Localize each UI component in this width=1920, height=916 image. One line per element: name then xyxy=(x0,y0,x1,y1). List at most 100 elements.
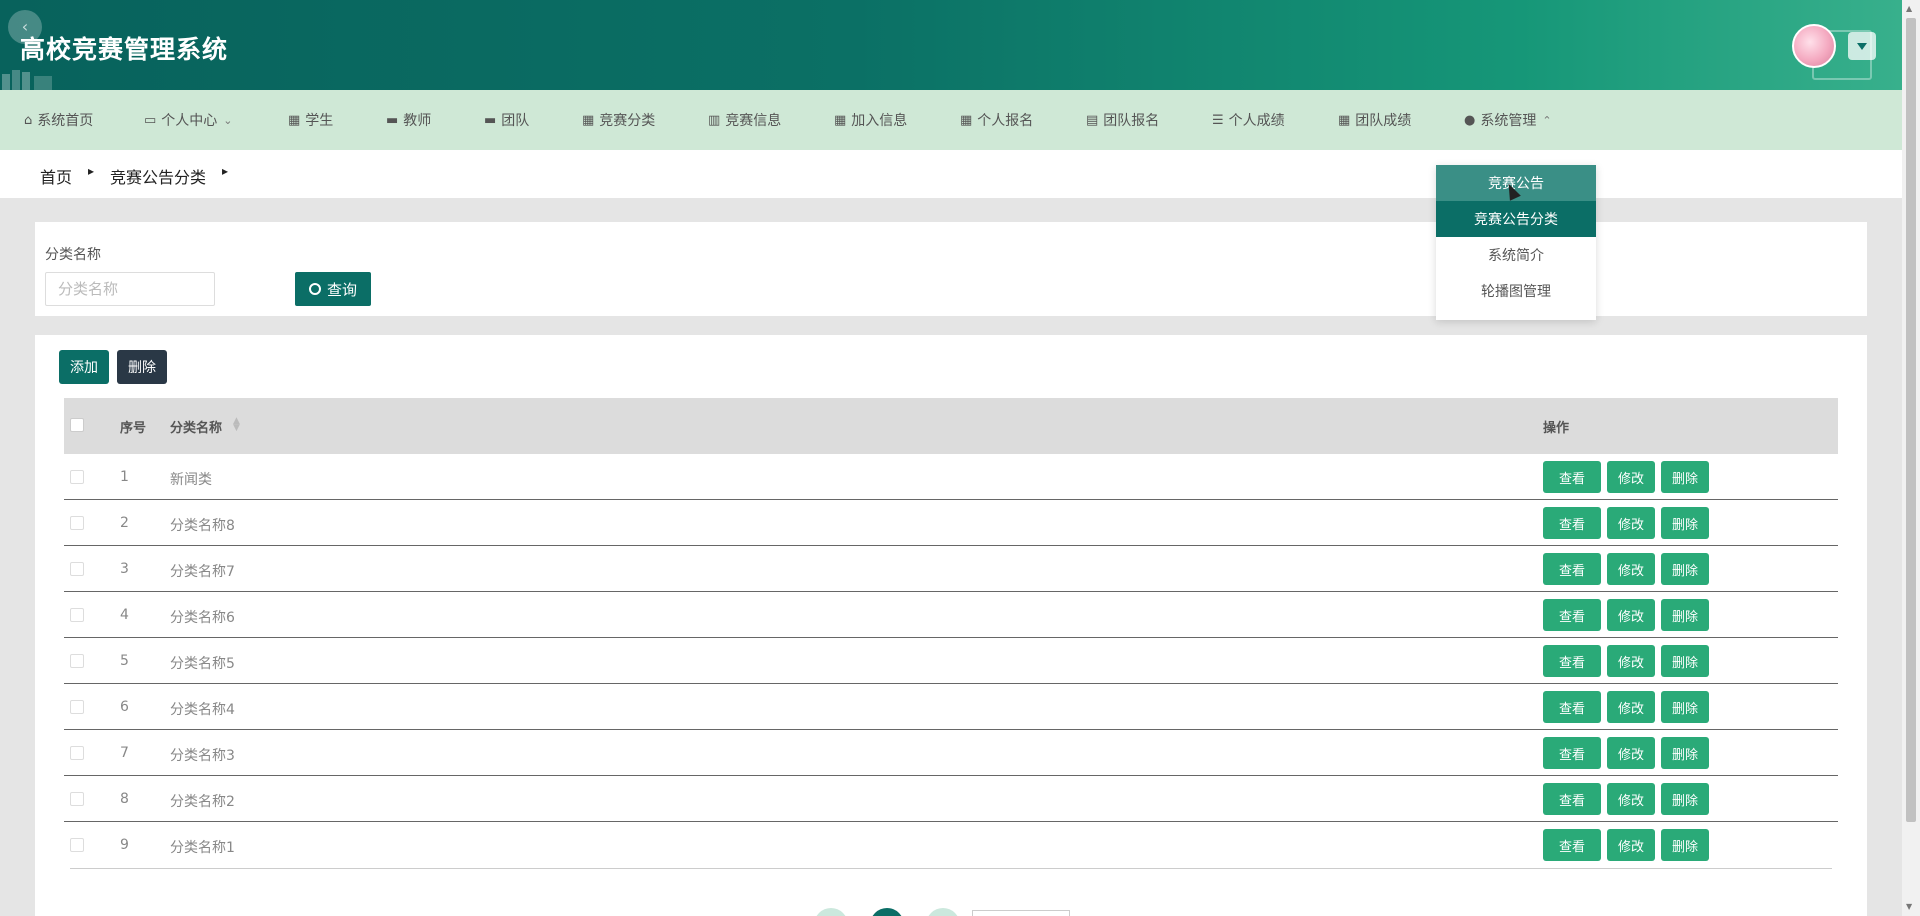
edit-button[interactable]: 修改 xyxy=(1607,507,1655,539)
nav-item-competition-categories[interactable]: ▦ 竞赛分类 xyxy=(582,90,655,150)
view-button[interactable]: 查看 xyxy=(1543,553,1601,585)
breadcrumb-home[interactable]: 首页 xyxy=(40,164,72,188)
row-index: 7 xyxy=(120,745,129,761)
edit-button[interactable]: 修改 xyxy=(1607,783,1655,815)
nav-item-competition-info[interactable]: ▥ 竞赛信息 xyxy=(708,90,781,150)
search-input[interactable] xyxy=(45,272,215,306)
edit-button[interactable]: 修改 xyxy=(1607,829,1655,861)
nav-item-personal-center[interactable]: ▭ 个人中心 ⌄ xyxy=(144,90,233,150)
nav-item-label: 个人成绩 xyxy=(1228,113,1285,129)
nav-item-team-signup[interactable]: ▤ 团队报名 xyxy=(1086,90,1159,150)
nav-item-teachers[interactable]: ▬ 教师 xyxy=(386,90,431,150)
edit-button[interactable]: 修改 xyxy=(1607,691,1655,723)
nav-item-label: 学生 xyxy=(305,113,334,129)
row-index: 8 xyxy=(120,791,129,807)
row-checkbox[interactable] xyxy=(70,838,84,852)
row-checkbox[interactable] xyxy=(70,700,84,714)
nav-item-label: 加入信息 xyxy=(851,113,908,129)
delete-button[interactable]: 删除 xyxy=(1661,599,1709,631)
view-button[interactable]: 查看 xyxy=(1543,645,1601,677)
table-row: 8 分类名称2 查看 修改 删除 xyxy=(64,776,1838,822)
nav-item-home[interactable]: ⌂ 系统首页 xyxy=(24,90,93,150)
card-icon: ▭ xyxy=(144,112,157,128)
delete-button[interactable]: 删除 xyxy=(1661,691,1709,723)
dropdown-item-notice-category[interactable]: 竞赛公告分类 xyxy=(1436,201,1596,237)
nav-item-students[interactable]: ▦ 学生 xyxy=(288,90,333,150)
nav-item-team-scores[interactable]: ▦ 团队成绩 xyxy=(1338,90,1411,150)
dropdown-item-system-intro[interactable]: 系统简介 xyxy=(1436,237,1596,273)
delete-button[interactable]: 删除 xyxy=(1661,783,1709,815)
view-button[interactable]: 查看 xyxy=(1543,507,1601,539)
nav-item-system-management[interactable]: ● 系统管理 ⌃ xyxy=(1464,90,1552,150)
nav-item-label: 团队报名 xyxy=(1103,113,1160,129)
chevron-right-icon: ▸ xyxy=(88,164,95,178)
delete-button[interactable]: 删除 xyxy=(1661,645,1709,677)
row-checkbox[interactable] xyxy=(70,562,84,576)
edit-button[interactable]: 修改 xyxy=(1607,461,1655,493)
grid-icon: ▦ xyxy=(288,112,301,128)
nav-item-label: 竞赛分类 xyxy=(599,113,656,129)
row-name: 分类名称1 xyxy=(170,840,235,856)
view-button[interactable]: 查看 xyxy=(1543,461,1601,493)
scroll-down-arrow-icon[interactable]: ▼ xyxy=(1906,902,1912,911)
nav-item-teams[interactable]: ▬ 团队 xyxy=(484,90,529,150)
view-button[interactable]: 查看 xyxy=(1543,783,1601,815)
add-button[interactable]: 添加 xyxy=(59,350,109,384)
column-header-name[interactable]: 分类名称 xyxy=(170,417,222,436)
nav-item-join-info[interactable]: ▦ 加入信息 xyxy=(834,90,907,150)
column-header-index: 序号 xyxy=(120,421,147,436)
batch-delete-button[interactable]: 删除 xyxy=(117,350,167,384)
briefcase-icon: ▬ xyxy=(386,112,399,128)
row-checkbox[interactable] xyxy=(70,608,84,622)
delete-button[interactable]: 删除 xyxy=(1661,829,1709,861)
nav-item-personal-scores[interactable]: ☰ 个人成绩 xyxy=(1212,90,1285,150)
delete-button[interactable]: 删除 xyxy=(1661,553,1709,585)
nav-item-label: 个人报名 xyxy=(977,113,1034,129)
row-checkbox[interactable] xyxy=(70,470,84,484)
view-button[interactable]: 查看 xyxy=(1543,829,1601,861)
list-icon: ☰ xyxy=(1212,112,1224,128)
column-header-actions: 操作 xyxy=(1543,421,1570,436)
row-checkbox[interactable] xyxy=(70,654,84,668)
grid-icon: ▦ xyxy=(960,112,973,128)
view-button[interactable]: 查看 xyxy=(1543,691,1601,723)
row-name: 分类名称7 xyxy=(170,564,235,580)
scroll-up-arrow-icon[interactable]: ▲ xyxy=(1906,4,1912,13)
view-button[interactable]: 查看 xyxy=(1543,599,1601,631)
table-row: 6 分类名称4 查看 修改 删除 xyxy=(64,684,1838,730)
row-index: 6 xyxy=(120,699,129,715)
delete-button[interactable]: 删除 xyxy=(1661,461,1709,493)
table-row: 5 分类名称5 查看 修改 删除 xyxy=(64,638,1838,684)
row-name: 分类名称3 xyxy=(170,748,235,764)
books-decoration-icon xyxy=(2,70,52,90)
delete-button[interactable]: 删除 xyxy=(1661,737,1709,769)
app-header: ‹ 高校竞赛管理系统 xyxy=(0,0,1902,90)
user-menu-caret-icon[interactable] xyxy=(1848,32,1876,60)
row-checkbox[interactable] xyxy=(70,746,84,760)
page-size-select[interactable] xyxy=(972,910,1070,916)
edit-button[interactable]: 修改 xyxy=(1607,553,1655,585)
search-label: 分类名称 xyxy=(45,247,101,263)
nav-item-personal-signup[interactable]: ▦ 个人报名 xyxy=(960,90,1033,150)
edit-button[interactable]: 修改 xyxy=(1607,737,1655,769)
book-icon: ▬ xyxy=(484,112,497,128)
sort-icon[interactable]: ▲ ▼ xyxy=(233,417,240,433)
view-button[interactable]: 查看 xyxy=(1543,737,1601,769)
grid-icon: ▦ xyxy=(834,112,847,128)
chevron-up-icon: ⌃ xyxy=(1542,113,1552,127)
row-name: 分类名称5 xyxy=(170,656,235,672)
search-button[interactable]: 查询 xyxy=(295,272,371,306)
select-all-checkbox[interactable] xyxy=(70,418,84,432)
row-name: 新闻类 xyxy=(170,472,212,488)
scrollbar-thumb[interactable] xyxy=(1906,18,1916,822)
dropdown-item-carousel-management[interactable]: 轮播图管理 xyxy=(1436,273,1596,309)
row-checkbox[interactable] xyxy=(70,516,84,530)
avatar[interactable] xyxy=(1792,24,1836,68)
main-nav: ⌂ 系统首页 ▭ 个人中心 ⌄ ▦ 学生 ▬ 教师 ▬ 团队 ▦ 竞赛分类 ▥ … xyxy=(0,90,1902,150)
row-checkbox[interactable] xyxy=(70,792,84,806)
delete-button[interactable]: 删除 xyxy=(1661,507,1709,539)
table-divider xyxy=(70,868,1832,869)
edit-button[interactable]: 修改 xyxy=(1607,599,1655,631)
row-index: 3 xyxy=(120,561,129,577)
edit-button[interactable]: 修改 xyxy=(1607,645,1655,677)
